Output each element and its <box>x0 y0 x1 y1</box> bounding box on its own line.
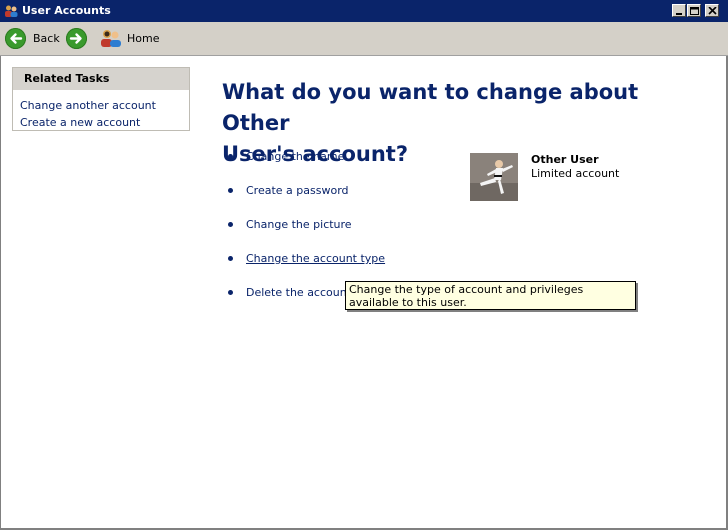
user-accounts-icon <box>4 4 18 18</box>
minimize-icon <box>676 13 682 15</box>
home-button[interactable]: Home <box>100 26 159 50</box>
back-arrow-icon <box>5 27 26 49</box>
option-label: Create a password <box>246 184 349 197</box>
option-label: Delete the account <box>246 286 352 299</box>
home-label: Home <box>127 31 160 45</box>
home-users-icon <box>100 28 122 48</box>
option-label: Change the name <box>246 150 345 163</box>
option-create-password[interactable]: Create a password <box>228 184 349 197</box>
option-change-account-type[interactable]: Change the account type <box>228 252 385 265</box>
option-label: Change the picture <box>246 218 352 231</box>
title-bar: User Accounts <box>0 0 728 22</box>
related-tasks-header: Related Tasks <box>13 68 189 90</box>
option-label: Change the account type <box>246 252 386 265</box>
bullet-icon <box>228 154 233 159</box>
related-tasks-panel: Related Tasks Change another account Cre… <box>12 67 190 131</box>
maximize-icon <box>690 7 699 15</box>
page-title-line-1: What do you want to change about Other <box>222 80 639 135</box>
window-title: User Accounts <box>22 4 111 17</box>
change-another-account-link[interactable]: Change another account <box>13 97 189 114</box>
forward-arrow-icon <box>66 27 87 49</box>
bullet-icon <box>228 222 233 227</box>
window-border-left <box>0 56 1 530</box>
option-change-name[interactable]: Change the name <box>228 150 344 163</box>
forward-button[interactable] <box>66 26 87 50</box>
account-name: Other User <box>531 153 599 166</box>
tooltip: Change the type of account and privilege… <box>345 281 636 310</box>
option-change-picture[interactable]: Change the picture <box>228 218 352 231</box>
account-type: Limited account <box>531 167 620 180</box>
account-picture <box>470 153 518 201</box>
toolbar: Back Home <box>0 22 728 56</box>
bullet-icon <box>228 188 233 193</box>
bullet-icon <box>228 256 233 261</box>
close-button[interactable] <box>705 4 719 17</box>
minimize-button[interactable] <box>672 4 686 17</box>
close-icon <box>708 7 717 15</box>
option-delete-account[interactable]: Delete the account <box>228 286 351 299</box>
create-new-account-link[interactable]: Create a new account <box>13 114 189 131</box>
maximize-button[interactable] <box>687 4 701 17</box>
back-label: Back <box>33 31 60 45</box>
bullet-icon <box>228 290 233 295</box>
back-button[interactable]: Back <box>5 26 60 50</box>
